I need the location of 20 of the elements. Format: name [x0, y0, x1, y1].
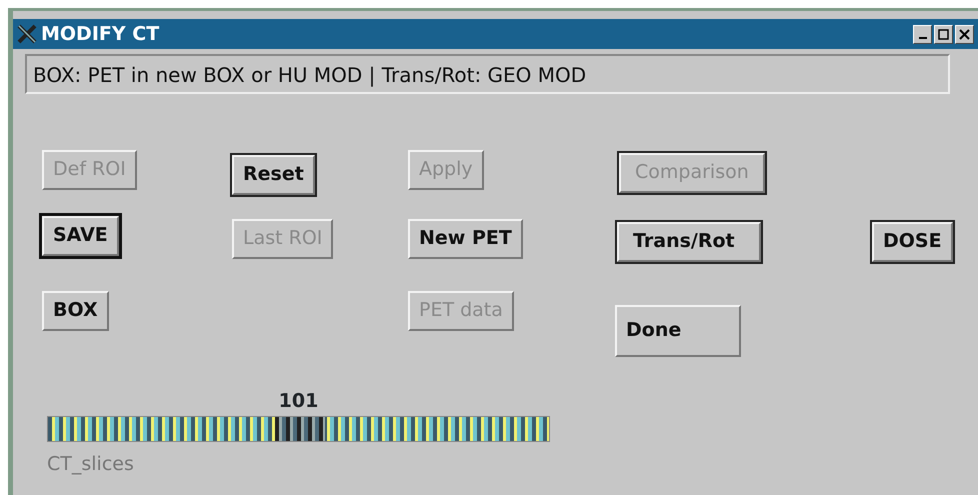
maximize-icon [938, 28, 949, 40]
slider-track[interactable] [47, 416, 550, 442]
message-field: BOX: PET in new BOX or HU MOD | Trans/Rot: GEO MOD [25, 54, 950, 94]
close-button[interactable] [955, 24, 974, 44]
x-logo-icon [17, 24, 37, 44]
slider-label: CT_slices [47, 452, 135, 476]
action-button[interactable]: Trans/Rot [617, 222, 761, 262]
action-button[interactable]: New PET [408, 219, 523, 259]
action-button[interactable]: Reset [232, 155, 315, 195]
minimize-button[interactable] [913, 24, 932, 44]
slider-value: 101 [278, 389, 320, 414]
action-button[interactable]: Done [615, 305, 742, 357]
close-icon [959, 28, 970, 40]
maximize-button[interactable] [934, 24, 953, 44]
action-button[interactable]: DOSE [872, 222, 953, 262]
slider-thumb[interactable] [274, 416, 324, 440]
window-title: MODIFY CT [41, 22, 160, 47]
default-button[interactable]: SAVE [42, 216, 119, 256]
minimize-icon [918, 36, 926, 38]
action-button[interactable]: BOX [42, 291, 109, 331]
